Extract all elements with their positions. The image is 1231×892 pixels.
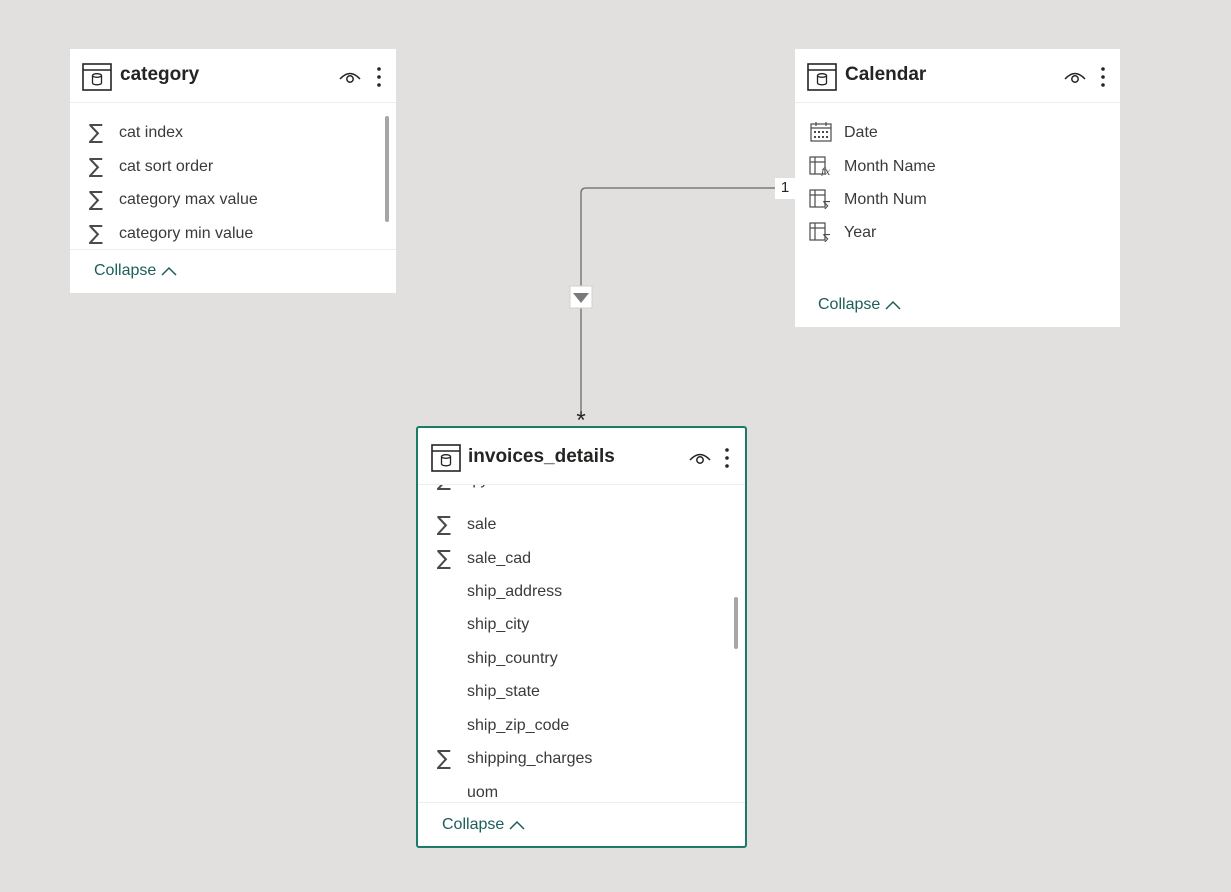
- field-name: sale_cad: [467, 550, 532, 567]
- field-year[interactable]: ∑ Year: [795, 216, 1120, 249]
- field-month-num[interactable]: ∑ Month Num: [795, 183, 1120, 216]
- table-icon: [82, 63, 112, 91]
- field-name: cat sort order: [119, 158, 214, 175]
- field-name: ship_country: [467, 650, 558, 667]
- relationship-one-label: 1: [775, 178, 795, 199]
- sigma-icon: ∑: [88, 187, 104, 211]
- calculated-sum-column-icon: ∑: [809, 188, 833, 210]
- field-name: sale: [467, 516, 497, 533]
- collapse-button[interactable]: Collapse: [442, 816, 526, 834]
- field-month-name[interactable]: fx Month Name: [795, 150, 1120, 183]
- scrollbar[interactable]: [385, 116, 389, 222]
- sigma-icon: ∑: [88, 221, 104, 245]
- sigma-icon: ∑: [436, 546, 452, 570]
- field-ship-zip-code[interactable]: ship_zip_code: [418, 709, 745, 742]
- relationship-many-label: *: [576, 407, 586, 434]
- field-name: Month Num: [844, 191, 927, 208]
- collapse-label: Collapse: [94, 262, 157, 279]
- table-header[interactable]: Calendar: [795, 49, 1120, 103]
- collapse-button[interactable]: Collapse: [818, 296, 902, 314]
- field-category-min-value[interactable]: ∑ category min value: [70, 217, 396, 250]
- sigma-icon: ∑: [432, 485, 456, 490]
- eye-icon[interactable]: [1063, 68, 1087, 86]
- field-date[interactable]: Date: [795, 116, 1120, 149]
- field-cat-index[interactable]: ∑ cat index: [70, 116, 396, 149]
- field-name: ship_state: [467, 683, 540, 700]
- field-list[interactable]: ∑ qty ∑ sale ∑ sale_cad ship_address shi…: [418, 485, 745, 801]
- field-name: Month Name: [844, 158, 936, 175]
- chevron-up-icon: [161, 266, 177, 276]
- filter-direction-arrow-icon[interactable]: [569, 285, 593, 309]
- chevron-up-icon: [885, 300, 901, 310]
- chevron-up-icon: [509, 820, 525, 830]
- calendar-icon: [809, 121, 833, 143]
- field-sale[interactable]: ∑ sale: [418, 508, 745, 541]
- field-name: ship_address: [467, 583, 563, 600]
- svg-text:fx: fx: [820, 167, 831, 176]
- sigma-icon: ∑: [88, 154, 104, 178]
- divider: [70, 249, 396, 250]
- field-ship-country[interactable]: ship_country: [418, 642, 745, 675]
- sigma-icon: ∑: [436, 746, 452, 770]
- field-name: cat index: [119, 124, 184, 141]
- field-sale-cad[interactable]: ∑ sale_cad: [418, 542, 745, 575]
- field-name: category min value: [119, 225, 254, 242]
- more-options-icon[interactable]: [1098, 65, 1108, 89]
- more-options-icon[interactable]: [374, 65, 384, 89]
- table-title: Calendar: [845, 64, 927, 85]
- field-ship-city[interactable]: ship_city: [418, 608, 745, 641]
- svg-text:∑: ∑: [823, 232, 831, 242]
- table-card-calendar[interactable]: Calendar Date fx Month Name ∑ Month Num …: [795, 49, 1120, 327]
- svg-text:∑: ∑: [823, 199, 831, 209]
- divider: [418, 802, 745, 803]
- field-name: shipping_charges: [467, 750, 593, 767]
- field-ship-address[interactable]: ship_address: [418, 575, 745, 608]
- table-card-invoices-details[interactable]: invoices_details ∑ qty ∑ sale ∑ sale_cad…: [416, 426, 747, 848]
- field-shipping-charges[interactable]: ∑ shipping_charges: [418, 742, 745, 775]
- scrollbar[interactable]: [734, 597, 738, 649]
- collapse-label: Collapse: [818, 296, 881, 313]
- more-options-icon[interactable]: [722, 446, 732, 470]
- field-name: Date: [844, 124, 878, 141]
- eye-icon[interactable]: [338, 68, 362, 86]
- table-header[interactable]: invoices_details: [418, 428, 745, 485]
- field-cat-sort-order[interactable]: ∑ cat sort order: [70, 150, 396, 183]
- field-list[interactable]: Date fx Month Name ∑ Month Num ∑ Year: [795, 116, 1120, 256]
- field-name: ship_city: [467, 616, 530, 633]
- collapse-label: Collapse: [442, 816, 505, 833]
- eye-icon[interactable]: [688, 449, 712, 467]
- collapse-button[interactable]: Collapse: [94, 262, 178, 280]
- field-uom[interactable]: uom: [418, 776, 745, 801]
- field-name: qty: [467, 485, 488, 489]
- table-icon: [431, 444, 461, 472]
- field-name: Year: [844, 224, 877, 241]
- field-name: category max value: [119, 191, 258, 208]
- field-ship-state[interactable]: ship_state: [418, 675, 745, 708]
- table-card-category[interactable]: category ∑ cat index ∑ cat sort order ∑ …: [70, 49, 396, 293]
- field-qty[interactable]: ∑ qty: [418, 485, 745, 496]
- calculated-column-icon: fx: [809, 155, 833, 177]
- table-title: category: [120, 64, 200, 85]
- field-name: ship_zip_code: [467, 717, 570, 734]
- field-name: uom: [467, 784, 499, 801]
- table-header[interactable]: category: [70, 49, 396, 103]
- table-title: invoices_details: [468, 446, 615, 467]
- sigma-icon: ∑: [436, 512, 452, 536]
- sigma-icon: ∑: [88, 120, 104, 144]
- field-list[interactable]: ∑ cat index ∑ cat sort order ∑ category …: [70, 116, 396, 250]
- table-icon: [807, 63, 837, 91]
- calculated-sum-column-icon: ∑: [809, 221, 833, 243]
- field-category-max-value[interactable]: ∑ category max value: [70, 183, 396, 216]
